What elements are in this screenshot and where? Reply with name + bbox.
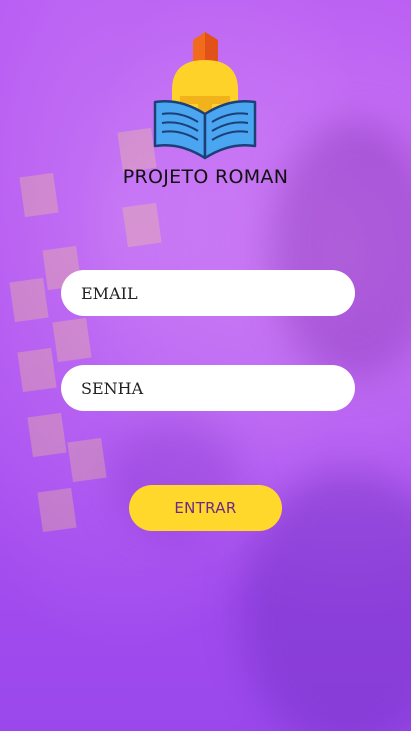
password-field[interactable] xyxy=(61,365,355,411)
password-input[interactable] xyxy=(79,377,337,399)
sticky-note xyxy=(37,487,77,533)
sticky-note xyxy=(67,437,107,483)
sticky-note xyxy=(17,347,57,393)
sticky-note xyxy=(9,277,49,323)
sticky-note xyxy=(52,317,92,363)
sticky-note xyxy=(122,202,162,248)
sticky-note xyxy=(27,412,67,458)
spartan-helmet-book-icon xyxy=(153,32,257,160)
email-input[interactable] xyxy=(79,282,337,304)
email-field[interactable] xyxy=(61,270,355,316)
background-shade xyxy=(270,120,411,380)
app-title: PROJETO ROMAN xyxy=(122,166,289,188)
login-button[interactable]: ENTRAR xyxy=(129,485,282,531)
